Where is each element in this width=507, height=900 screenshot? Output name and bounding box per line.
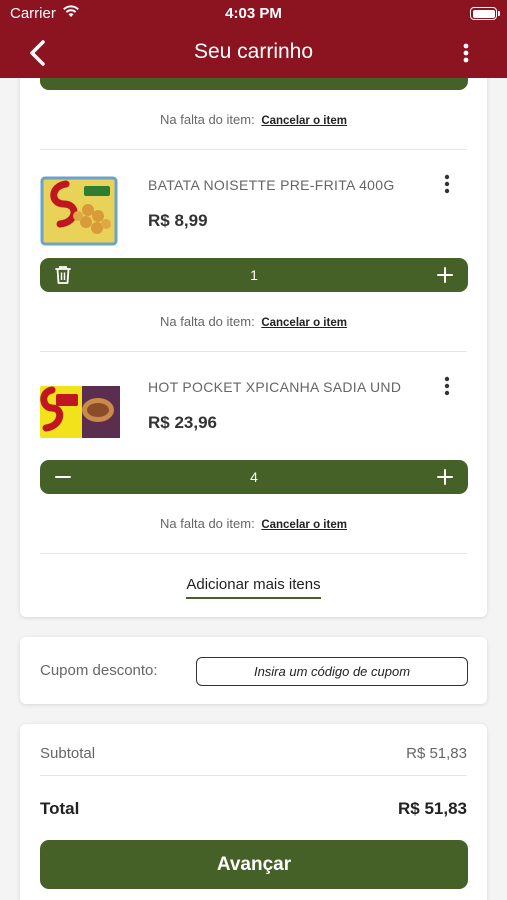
more-options-icon[interactable] [463, 43, 469, 63]
order-summary-card: Subtotal R$ 51,83 Total R$ 51,83 Avançar [20, 724, 487, 900]
quantity-stepper: 1 [40, 258, 468, 292]
quantity-value: 4 [250, 469, 258, 485]
advance-button[interactable]: Avançar [40, 840, 468, 889]
total-label: Total [40, 799, 80, 818]
quantity-bar-previous[interactable] [40, 78, 468, 90]
product-name[interactable]: BATATA NOISETTE PRE-FRITA 400G [148, 177, 395, 193]
missing-item-option: Na falta do item: Cancelar o item [20, 314, 487, 329]
missing-item-option: Na falta do item: Cancelar o item [20, 516, 487, 531]
missing-item-option: Na falta do item: Cancelar o item [20, 112, 487, 127]
product-image [40, 386, 120, 438]
add-more-items-link[interactable]: Adicionar mais itens [20, 576, 487, 599]
item-options-icon[interactable] [443, 174, 451, 194]
product-price: R$ 23,96 [148, 413, 217, 432]
product-price: R$ 8,99 [148, 211, 208, 230]
divider [40, 775, 467, 776]
cancel-item-link[interactable]: Cancelar o item [261, 317, 347, 329]
subtotal-label: Subtotal [40, 745, 96, 762]
plus-icon[interactable] [428, 258, 462, 292]
coupon-card: Cupom desconto: [20, 637, 487, 704]
cancel-item-link[interactable]: Cancelar o item [261, 519, 347, 531]
missing-item-label: Na falta do item: [160, 516, 255, 531]
product-name[interactable]: HOT POCKET XPICANHA SADIA UND [148, 379, 401, 395]
status-bar: Carrier 4:03 PM [0, 0, 507, 28]
cart-items-card: Na falta do item: Cancelar o item BATATA… [20, 78, 487, 617]
add-more-items-label: Adicionar mais itens [186, 576, 321, 599]
plus-icon[interactable] [428, 460, 462, 494]
missing-item-label: Na falta do item: [160, 112, 255, 127]
divider [40, 553, 467, 554]
coupon-code-input[interactable] [196, 657, 468, 686]
divider [40, 351, 467, 352]
scroll-content[interactable]: Na falta do item: Cancelar o item BATATA… [0, 78, 507, 900]
subtotal-value: R$ 51,83 [406, 745, 467, 762]
top-app-bar: Seu carrinho [0, 28, 507, 78]
item-options-icon[interactable] [443, 376, 451, 396]
quantity-stepper: 4 [40, 460, 468, 494]
coupon-label: Cupom desconto: [40, 662, 158, 679]
product-image [40, 176, 118, 246]
missing-item-label: Na falta do item: [160, 314, 255, 329]
battery-icon [470, 7, 500, 20]
page-title: Seu carrinho [193, 40, 314, 63]
quantity-value: 1 [250, 267, 258, 283]
cancel-item-link[interactable]: Cancelar o item [261, 115, 347, 127]
divider [40, 149, 467, 150]
total-value: R$ 51,83 [398, 799, 467, 818]
clock: 4:03 PM [225, 5, 282, 22]
